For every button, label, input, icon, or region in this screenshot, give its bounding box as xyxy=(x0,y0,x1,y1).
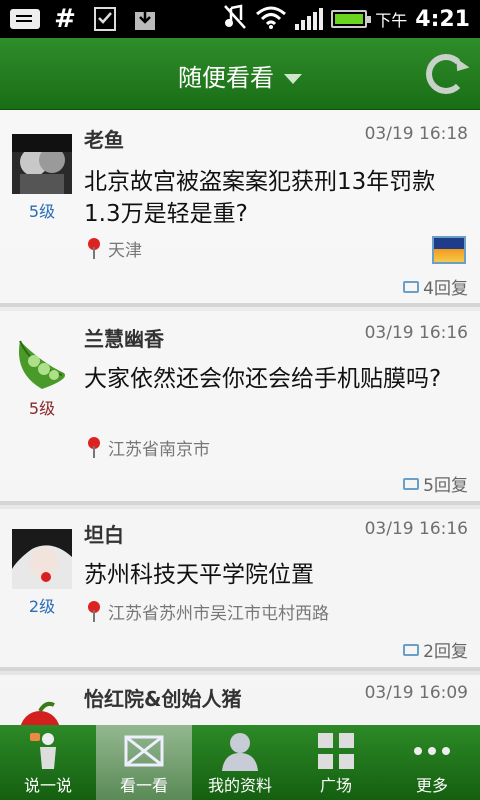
user-level: 5级 xyxy=(28,399,56,418)
nav-label: 广场 xyxy=(319,776,352,795)
avatar[interactable] xyxy=(12,529,72,589)
reply-count-text: 2回复 xyxy=(423,642,468,662)
post-location: 江苏省南京市 xyxy=(86,435,210,460)
refresh-icon[interactable] xyxy=(426,54,466,94)
nav-speak[interactable]: 说一说 xyxy=(0,725,96,800)
comment-icon xyxy=(403,477,420,490)
reply-count[interactable]: 2回复 xyxy=(403,637,468,662)
grid-icon xyxy=(316,731,356,771)
username[interactable]: 怡红院&创始人猪 xyxy=(84,683,241,712)
post-text[interactable]: 苏州科技天平学院位置 xyxy=(84,559,468,591)
feed-list[interactable]: 5级 老鱼 03/19 16:18 北京故宫被盗案案犯获刑13年罚款1.3万是轻… xyxy=(0,110,480,725)
comment-icon xyxy=(403,280,420,293)
page-title: 随便看看 xyxy=(178,64,274,92)
wifi-icon xyxy=(255,5,287,33)
mute-icon xyxy=(223,4,247,34)
chevron-down-icon xyxy=(284,74,302,84)
nav-more[interactable]: 更多 xyxy=(384,725,480,800)
battery-icon xyxy=(331,10,372,28)
nav-label: 说一说 xyxy=(23,776,72,795)
nav-label: 更多 xyxy=(415,776,448,795)
task-icon xyxy=(90,6,120,32)
post-text[interactable]: 北京故宫被盗案案犯获刑13年罚款1.3万是轻是重? xyxy=(84,166,468,230)
location-pin-icon xyxy=(86,237,104,261)
post-location: 天津 xyxy=(86,236,142,261)
location-text: 天津 xyxy=(108,241,142,261)
signal-icon xyxy=(295,8,324,30)
photo-icon[interactable] xyxy=(432,236,466,264)
title-dropdown[interactable]: 随便看看 xyxy=(0,58,480,93)
list-item[interactable]: 怡红院&创始人猪 03/19 16:09 xyxy=(0,675,480,725)
nav-label: 看一看 xyxy=(119,776,168,795)
avatar[interactable] xyxy=(12,333,72,393)
status-bar: # 下午 4:21 xyxy=(0,0,480,38)
location-text: 江苏省南京市 xyxy=(108,440,210,460)
more-icon xyxy=(412,731,452,771)
status-time: 4:21 xyxy=(415,6,470,32)
post-time: 03/19 16:16 xyxy=(364,519,468,539)
post-time: 03/19 16:18 xyxy=(364,124,468,144)
list-item[interactable]: 5级 兰慧幽香 03/19 16:16 大家依然还会你还会给手机贴膜吗? 江苏省… xyxy=(0,311,480,505)
nav-profile[interactable]: 我的资料 xyxy=(192,725,288,800)
user-level: 5级 xyxy=(28,202,56,221)
nav-look[interactable]: 看一看 xyxy=(96,725,192,800)
post-text[interactable]: 大家依然还会你还会给手机贴膜吗? xyxy=(84,363,468,395)
reply-count[interactable]: 4回复 xyxy=(403,274,468,299)
nav-label: 我的资料 xyxy=(207,776,272,795)
speak-icon xyxy=(28,731,68,771)
nav-square[interactable]: 广场 xyxy=(288,725,384,800)
user-level: 2级 xyxy=(28,597,56,616)
mail-icon xyxy=(124,731,164,771)
status-ampm: 下午 xyxy=(375,11,408,30)
profile-icon xyxy=(220,731,260,771)
avatar[interactable] xyxy=(12,134,72,194)
bottom-nav: 说一说 看一看 我的资料 广场 更多 xyxy=(0,725,480,800)
location-pin-icon xyxy=(86,600,104,624)
reply-count[interactable]: 5回复 xyxy=(403,471,468,496)
post-time: 03/19 16:09 xyxy=(364,683,468,703)
avatar[interactable] xyxy=(12,697,72,725)
hash-icon: # xyxy=(54,4,76,34)
download-icon xyxy=(130,6,160,32)
post-time: 03/19 16:16 xyxy=(364,323,468,343)
title-bar: 随便看看 xyxy=(0,38,480,110)
comment-icon xyxy=(403,643,420,656)
username[interactable]: 坦白 xyxy=(84,519,124,548)
list-item[interactable]: 2级 坦白 03/19 16:16 苏州科技天平学院位置 江苏省苏州市吴江市屯村… xyxy=(0,509,480,671)
location-pin-icon xyxy=(86,436,104,460)
username[interactable]: 老鱼 xyxy=(84,124,124,153)
list-item[interactable]: 5级 老鱼 03/19 16:18 北京故宫被盗案案犯获刑13年罚款1.3万是轻… xyxy=(0,110,480,307)
username[interactable]: 兰慧幽香 xyxy=(84,323,164,352)
reply-count-text: 5回复 xyxy=(423,476,468,496)
location-text: 江苏省苏州市吴江市屯村西路 xyxy=(108,604,329,624)
reply-count-text: 4回复 xyxy=(423,279,468,299)
message-icon xyxy=(10,6,40,32)
post-location: 江苏省苏州市吴江市屯村西路 xyxy=(86,599,329,624)
